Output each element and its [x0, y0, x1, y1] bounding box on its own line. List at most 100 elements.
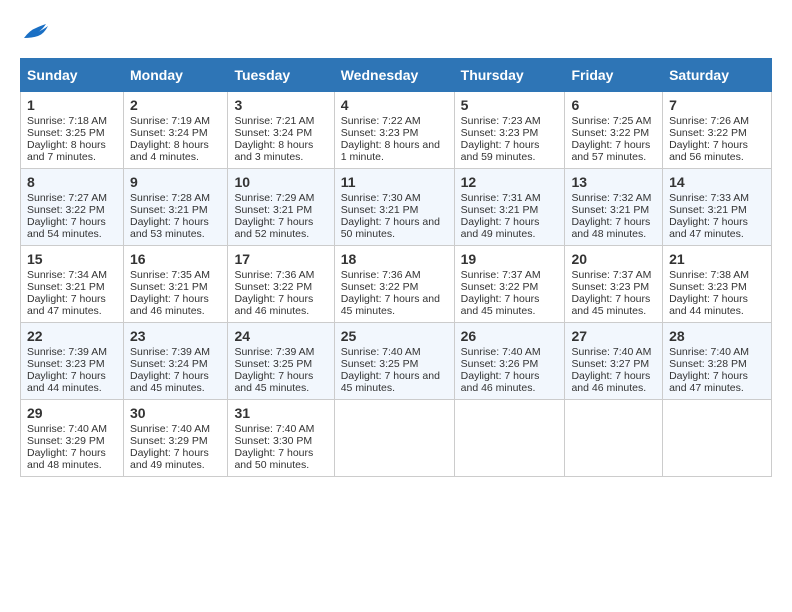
sunrise-text: Sunrise: 7:36 AM [341, 269, 421, 281]
daylight-text: Daylight: 7 hours and 45 minutes. [341, 370, 440, 394]
day-header-monday: Monday [124, 59, 228, 92]
sunrise-text: Sunrise: 7:26 AM [669, 115, 749, 127]
daylight-text: Daylight: 7 hours and 46 minutes. [234, 293, 313, 317]
calendar-cell: 20Sunrise: 7:37 AMSunset: 3:23 PMDayligh… [565, 246, 663, 323]
sunrise-text: Sunrise: 7:21 AM [234, 115, 314, 127]
sunrise-text: Sunrise: 7:32 AM [571, 192, 651, 204]
daylight-text: Daylight: 8 hours and 7 minutes. [27, 139, 106, 163]
calendar-cell: 5Sunrise: 7:23 AMSunset: 3:23 PMDaylight… [454, 92, 565, 169]
sunset-text: Sunset: 3:22 PM [571, 127, 649, 139]
day-header-friday: Friday [565, 59, 663, 92]
sunset-text: Sunset: 3:28 PM [669, 358, 747, 370]
sunset-text: Sunset: 3:25 PM [27, 127, 105, 139]
sunset-text: Sunset: 3:21 PM [234, 204, 312, 216]
sunset-text: Sunset: 3:25 PM [234, 358, 312, 370]
day-number: 5 [461, 97, 559, 113]
sunrise-text: Sunrise: 7:31 AM [461, 192, 541, 204]
sunset-text: Sunset: 3:21 PM [130, 281, 208, 293]
sunrise-text: Sunrise: 7:34 AM [27, 269, 107, 281]
sunset-text: Sunset: 3:22 PM [234, 281, 312, 293]
calendar-cell: 18Sunrise: 7:36 AMSunset: 3:22 PMDayligh… [334, 246, 454, 323]
sunset-text: Sunset: 3:25 PM [341, 358, 419, 370]
sunset-text: Sunset: 3:22 PM [669, 127, 747, 139]
calendar-cell: 3Sunrise: 7:21 AMSunset: 3:24 PMDaylight… [228, 92, 334, 169]
daylight-text: Daylight: 7 hours and 45 minutes. [571, 293, 650, 317]
day-number: 15 [27, 251, 117, 267]
calendar-cell: 13Sunrise: 7:32 AMSunset: 3:21 PMDayligh… [565, 169, 663, 246]
day-number: 28 [669, 328, 765, 344]
calendar-cell: 11Sunrise: 7:30 AMSunset: 3:21 PMDayligh… [334, 169, 454, 246]
sunrise-text: Sunrise: 7:40 AM [130, 423, 210, 435]
calendar-cell [565, 400, 663, 477]
calendar-cell: 4Sunrise: 7:22 AMSunset: 3:23 PMDaylight… [334, 92, 454, 169]
day-number: 12 [461, 174, 559, 190]
calendar-cell: 21Sunrise: 7:38 AMSunset: 3:23 PMDayligh… [663, 246, 772, 323]
day-header-tuesday: Tuesday [228, 59, 334, 92]
day-number: 9 [130, 174, 221, 190]
daylight-text: Daylight: 7 hours and 45 minutes. [461, 293, 540, 317]
sunset-text: Sunset: 3:21 PM [341, 204, 419, 216]
sunrise-text: Sunrise: 7:27 AM [27, 192, 107, 204]
calendar-cell: 29Sunrise: 7:40 AMSunset: 3:29 PMDayligh… [21, 400, 124, 477]
sunrise-text: Sunrise: 7:40 AM [461, 346, 541, 358]
sunset-text: Sunset: 3:22 PM [341, 281, 419, 293]
calendar-cell: 19Sunrise: 7:37 AMSunset: 3:22 PMDayligh… [454, 246, 565, 323]
sunset-text: Sunset: 3:23 PM [571, 281, 649, 293]
calendar-cell: 10Sunrise: 7:29 AMSunset: 3:21 PMDayligh… [228, 169, 334, 246]
daylight-text: Daylight: 7 hours and 46 minutes. [130, 293, 209, 317]
sunset-text: Sunset: 3:29 PM [130, 435, 208, 447]
calendar-cell: 25Sunrise: 7:40 AMSunset: 3:25 PMDayligh… [334, 323, 454, 400]
day-number: 16 [130, 251, 221, 267]
sunrise-text: Sunrise: 7:40 AM [669, 346, 749, 358]
sunrise-text: Sunrise: 7:38 AM [669, 269, 749, 281]
sunrise-text: Sunrise: 7:37 AM [461, 269, 541, 281]
calendar-week-row: 22Sunrise: 7:39 AMSunset: 3:23 PMDayligh… [21, 323, 772, 400]
sunrise-text: Sunrise: 7:25 AM [571, 115, 651, 127]
calendar-table: SundayMondayTuesdayWednesdayThursdayFrid… [20, 58, 772, 477]
sunset-text: Sunset: 3:23 PM [341, 127, 419, 139]
sunset-text: Sunset: 3:23 PM [461, 127, 539, 139]
calendar-cell: 26Sunrise: 7:40 AMSunset: 3:26 PMDayligh… [454, 323, 565, 400]
calendar-cell: 27Sunrise: 7:40 AMSunset: 3:27 PMDayligh… [565, 323, 663, 400]
sunset-text: Sunset: 3:21 PM [669, 204, 747, 216]
sunrise-text: Sunrise: 7:29 AM [234, 192, 314, 204]
calendar-cell [454, 400, 565, 477]
sunset-text: Sunset: 3:24 PM [130, 358, 208, 370]
day-number: 8 [27, 174, 117, 190]
calendar-cell: 1Sunrise: 7:18 AMSunset: 3:25 PMDaylight… [21, 92, 124, 169]
day-header-wednesday: Wednesday [334, 59, 454, 92]
sunrise-text: Sunrise: 7:40 AM [234, 423, 314, 435]
sunrise-text: Sunrise: 7:35 AM [130, 269, 210, 281]
sunrise-text: Sunrise: 7:19 AM [130, 115, 210, 127]
daylight-text: Daylight: 7 hours and 52 minutes. [234, 216, 313, 240]
calendar-cell [334, 400, 454, 477]
logo-bird-icon [22, 20, 50, 42]
calendar-cell: 16 Sunrise: 7:35 AMSunset: 3:21 PMDayligh… [124, 246, 228, 323]
calendar-week-row: 15Sunrise: 7:34 AMSunset: 3:21 PMDayligh… [21, 246, 772, 323]
day-number: 31 [234, 405, 327, 421]
daylight-text: Daylight: 7 hours and 45 minutes. [130, 370, 209, 394]
daylight-text: Daylight: 8 hours and 4 minutes. [130, 139, 209, 163]
day-number: 23 [130, 328, 221, 344]
calendar-cell: 23 Sunrise: 7:39 AMSunset: 3:24 PMDayligh… [124, 323, 228, 400]
logo [20, 20, 50, 42]
daylight-text: Daylight: 7 hours and 49 minutes. [130, 447, 209, 471]
daylight-text: Daylight: 7 hours and 50 minutes. [234, 447, 313, 471]
calendar-cell: 12Sunrise: 7:31 AMSunset: 3:21 PMDayligh… [454, 169, 565, 246]
calendar-header-row: SundayMondayTuesdayWednesdayThursdayFrid… [21, 59, 772, 92]
day-number: 30 [130, 405, 221, 421]
day-number: 11 [341, 174, 448, 190]
day-number: 29 [27, 405, 117, 421]
daylight-text: Daylight: 8 hours and 1 minute. [341, 139, 440, 163]
sunset-text: Sunset: 3:26 PM [461, 358, 539, 370]
daylight-text: Daylight: 7 hours and 45 minutes. [234, 370, 313, 394]
calendar-cell: 15Sunrise: 7:34 AMSunset: 3:21 PMDayligh… [21, 246, 124, 323]
sunset-text: Sunset: 3:23 PM [669, 281, 747, 293]
calendar-cell: 7Sunrise: 7:26 AMSunset: 3:22 PMDaylight… [663, 92, 772, 169]
daylight-text: Daylight: 8 hours and 3 minutes. [234, 139, 313, 163]
daylight-text: Daylight: 7 hours and 56 minutes. [669, 139, 748, 163]
sunrise-text: Sunrise: 7:39 AM [130, 346, 210, 358]
calendar-cell: 31Sunrise: 7:40 AMSunset: 3:30 PMDayligh… [228, 400, 334, 477]
sunset-text: Sunset: 3:29 PM [27, 435, 105, 447]
day-number: 21 [669, 251, 765, 267]
